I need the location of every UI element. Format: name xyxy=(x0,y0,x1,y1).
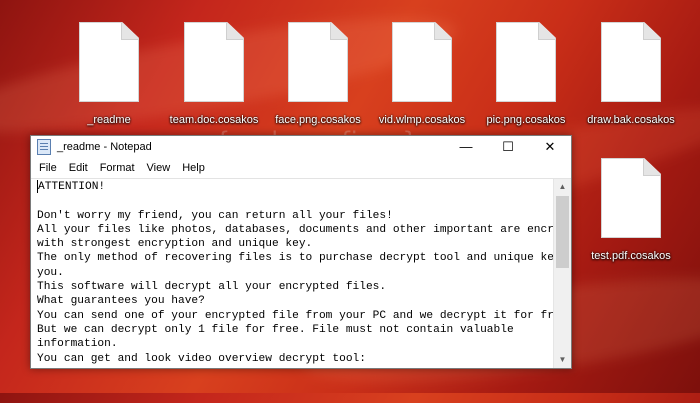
desktop-file-label: face.png.cosakos xyxy=(275,114,361,126)
text-editor[interactable]: ATTENTION! Don't worry my friend, you ca… xyxy=(31,178,571,368)
desktop-file-readme[interactable]: _readme xyxy=(64,22,154,126)
desktop-file-label: test.pdf.cosakos xyxy=(591,250,671,262)
scroll-thumb[interactable] xyxy=(556,196,569,268)
title-bar[interactable]: _readme - Notepad — ☐ ✕ xyxy=(31,136,571,158)
text-line: You can get and look video overview decr… xyxy=(37,352,366,365)
window-title: _readme - Notepad xyxy=(57,141,152,153)
minimize-button[interactable]: — xyxy=(445,136,487,158)
desktop-file-label: _readme xyxy=(87,114,131,126)
text-area[interactable]: ATTENTION! Don't worry my friend, you ca… xyxy=(37,180,553,368)
scroll-up-icon[interactable]: ▲ xyxy=(554,179,571,195)
notepad-window: _readme - Notepad — ☐ ✕ File Edit Format… xyxy=(30,135,572,369)
menu-file[interactable]: File xyxy=(33,162,63,174)
text-line: you. xyxy=(37,266,64,279)
menu-bar: File Edit Format View Help xyxy=(31,158,571,178)
text-line: All your files like photos, databases, d… xyxy=(37,223,553,236)
desktop-file-label: draw.bak.cosakos xyxy=(587,114,675,126)
text-line: ATTENTION! xyxy=(37,180,106,193)
menu-format[interactable]: Format xyxy=(94,162,141,174)
desktop-file-label: vid.wlmp.cosakos xyxy=(378,114,466,126)
file-icon xyxy=(184,22,244,102)
desktop-file-team-doc[interactable]: team.doc.cosakos xyxy=(169,22,259,126)
maximize-button[interactable]: ☐ xyxy=(487,136,529,158)
text-line: The only method of recovering files is t… xyxy=(37,252,553,265)
text-line: information. xyxy=(37,338,118,351)
file-icon xyxy=(601,158,661,238)
text-line: with strongest encryption and unique key… xyxy=(37,238,313,251)
desktop-file-pic-png[interactable]: pic.png.cosakos xyxy=(481,22,571,126)
text-line xyxy=(37,194,553,208)
desktop-file-draw-bak[interactable]: draw.bak.cosakos xyxy=(586,22,676,126)
text-line: Don't worry my friend, you can return al… xyxy=(37,209,393,222)
close-button[interactable]: ✕ xyxy=(529,136,571,158)
file-icon xyxy=(496,22,556,102)
desktop-file-vid-wlmp[interactable]: vid.wlmp.cosakos xyxy=(377,22,467,126)
file-icon xyxy=(392,22,452,102)
file-icon xyxy=(288,22,348,102)
file-icon xyxy=(79,22,139,102)
vertical-scrollbar[interactable]: ▲ ▼ xyxy=(553,179,571,368)
text-line: But we can decrypt only 1 file for free.… xyxy=(37,323,514,336)
desktop-file-label: pic.png.cosakos xyxy=(486,114,566,126)
file-icon xyxy=(601,22,661,102)
menu-help[interactable]: Help xyxy=(176,162,211,174)
text-line: This software will decrypt all your encr… xyxy=(37,281,387,294)
notepad-icon xyxy=(37,139,51,155)
text-line: What guarantees you have? xyxy=(37,295,205,308)
menu-edit[interactable]: Edit xyxy=(63,162,94,174)
text-line: You can send one of your encrypted file … xyxy=(37,309,553,322)
menu-view[interactable]: View xyxy=(141,162,177,174)
desktop-file-label: team.doc.cosakos xyxy=(169,114,259,126)
desktop-file-test-pdf[interactable]: test.pdf.cosakos xyxy=(586,158,676,262)
desktop-file-face-png[interactable]: face.png.cosakos xyxy=(273,22,363,126)
scroll-down-icon[interactable]: ▼ xyxy=(554,352,571,368)
